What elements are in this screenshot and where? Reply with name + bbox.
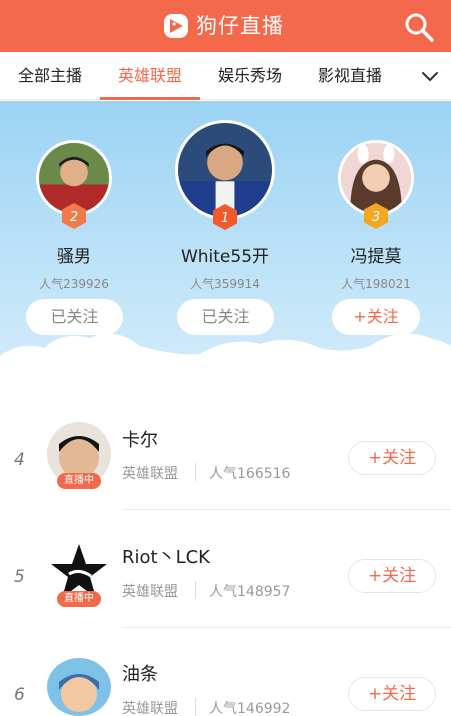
page-title: 狗仔直播 <box>196 14 284 38</box>
list-item-rank-6[interactable]: 6 油条 英雄联盟 人气146992 +关注 <box>0 636 451 716</box>
follow-button[interactable]: +关注 <box>348 559 436 593</box>
list-divider <box>122 509 451 510</box>
followed-button-1[interactable]: 已关注 <box>177 299 274 335</box>
top-popularity-2: 人气239926 <box>39 277 109 291</box>
list-popularity: 人气148957 <box>209 584 291 600</box>
tab-movies[interactable]: 影视直播 <box>300 52 400 100</box>
list-item-rank-4[interactable]: 4 直播中 卡尔 英雄联盟 人气166516 +关注 <box>0 400 451 518</box>
list-rank: 4 <box>14 450 25 470</box>
list-name: 油条 <box>122 664 158 685</box>
tab-entertainment[interactable]: 娱乐秀场 <box>200 52 300 100</box>
top-popularity-3: 人气198021 <box>341 277 411 291</box>
list-item-rank-5[interactable]: 5 直播中 Riot丶LCK 英雄联盟 人气148957 +关注 <box>0 518 451 636</box>
list-separator <box>195 698 196 716</box>
top-three-podium: 2 骚男 人气239926 已关注 1 White55开 人气359914 已关… <box>0 101 451 411</box>
list-popularity: 人气146992 <box>209 701 291 716</box>
list-divider <box>122 627 451 628</box>
live-badge: 直播中 <box>57 591 101 607</box>
top-popularity-1: 人气359914 <box>190 277 260 291</box>
follow-button[interactable]: +关注 <box>348 677 436 711</box>
tab-lol[interactable]: 英雄联盟 <box>100 52 200 100</box>
list-popularity: 人气166516 <box>209 466 291 482</box>
rank-badge-3: 3 <box>363 202 389 230</box>
list-rank: 5 <box>14 567 25 587</box>
rank-badge-2: 2 <box>61 202 87 230</box>
svg-text:2: 2 <box>70 210 78 225</box>
search-icon[interactable] <box>402 10 436 44</box>
top-name-3: 冯提莫 <box>350 247 402 267</box>
app-header: 狗仔直播 <box>0 0 451 52</box>
list-category: 英雄联盟 <box>122 466 178 482</box>
followed-button-2[interactable]: 已关注 <box>26 299 123 335</box>
list-category: 英雄联盟 <box>122 701 178 716</box>
svg-text:3: 3 <box>372 210 380 225</box>
list-name: 卡尔 <box>122 430 158 451</box>
list-separator <box>195 463 196 481</box>
list-category: 英雄联盟 <box>122 584 178 600</box>
rank-badge-1: 1 <box>212 203 238 231</box>
dog-logo-icon <box>164 14 188 38</box>
avatar[interactable] <box>47 658 111 716</box>
list-separator <box>195 581 196 599</box>
list-name: Riot丶LCK <box>122 547 210 568</box>
svg-text:1: 1 <box>221 211 229 226</box>
top-name-1: White55开 <box>180 247 270 267</box>
chevron-down-icon[interactable] <box>416 62 444 90</box>
active-tab-indicator <box>100 97 200 100</box>
top-name-2: 骚男 <box>57 247 91 267</box>
category-tabs: 全部主播 英雄联盟 娱乐秀场 影视直播 <box>0 52 451 100</box>
live-badge: 直播中 <box>57 473 101 489</box>
list-rank: 6 <box>14 685 25 705</box>
follow-button-3[interactable]: +关注 <box>332 299 420 335</box>
tab-all-anchors[interactable]: 全部主播 <box>0 52 100 100</box>
cloud-decoration <box>0 333 451 411</box>
follow-button[interactable]: +关注 <box>348 441 436 475</box>
